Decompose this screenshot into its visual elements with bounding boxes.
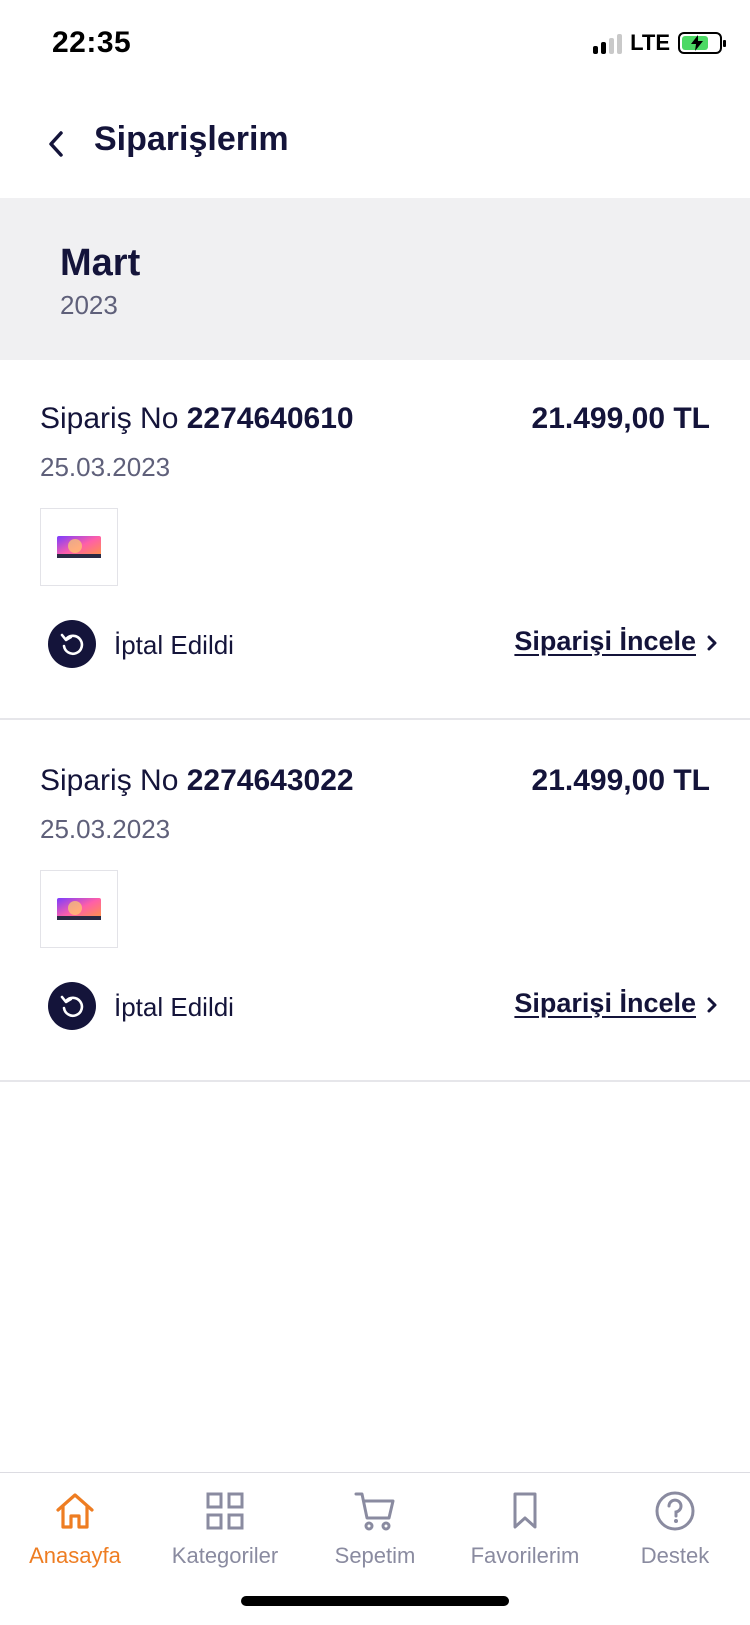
tab-label: Sepetim bbox=[334, 1543, 416, 1568]
grid-icon bbox=[206, 1492, 244, 1530]
review-order-link[interactable]: Siparişi İncele bbox=[514, 626, 696, 657]
tab-destek[interactable]: Destek bbox=[600, 1487, 750, 1587]
tv-product-image bbox=[57, 536, 101, 558]
network-label: LTE bbox=[630, 30, 670, 55]
review-order-link[interactable]: Siparişi İncele bbox=[514, 988, 696, 1019]
order-number-value: 2274640610 bbox=[186, 402, 354, 435]
order-number-value: 2274643022 bbox=[186, 764, 354, 797]
month-group-header: Mart 2023 bbox=[0, 198, 750, 360]
chevron-right-icon[interactable] bbox=[702, 630, 722, 656]
back-button[interactable] bbox=[36, 120, 76, 168]
chevron-left-icon bbox=[49, 131, 63, 157]
order-number: Sipariş No 2274640610 bbox=[40, 402, 354, 436]
status-time: 22:35 bbox=[52, 26, 132, 59]
status-indicators: LTE bbox=[593, 30, 726, 56]
month-name: Mart bbox=[60, 242, 141, 284]
tab-label: Destek bbox=[640, 1543, 710, 1568]
tv-product-image bbox=[57, 898, 101, 920]
battery-icon bbox=[678, 32, 726, 54]
cart-icon bbox=[354, 1492, 395, 1531]
tab-sepetim[interactable]: Sepetim bbox=[300, 1487, 450, 1587]
home-icon bbox=[56, 1493, 94, 1529]
status-bar: 22:35 LTE bbox=[0, 0, 750, 90]
order-date: 25.03.2023 bbox=[40, 452, 171, 482]
order-status: İptal Edildi bbox=[114, 992, 234, 1022]
order-total: 21.499,00 TL bbox=[531, 402, 710, 435]
bookmark-icon bbox=[513, 1492, 537, 1529]
home-indicator[interactable] bbox=[241, 1596, 509, 1606]
help-icon bbox=[655, 1491, 695, 1531]
nav-header: Siparişlerim bbox=[0, 90, 750, 198]
tab-label: Kategoriler bbox=[171, 1543, 279, 1568]
month-year: 2023 bbox=[60, 290, 118, 320]
product-thumbnail[interactable] bbox=[40, 870, 118, 948]
product-thumbnail[interactable] bbox=[40, 508, 118, 586]
order-card: Sipariş No 2274640610 21.499,00 TL 25.03… bbox=[0, 360, 750, 720]
page-title: Siparişlerim bbox=[94, 120, 289, 158]
order-status: İptal Edildi bbox=[114, 630, 234, 660]
order-number-label: Sipariş No bbox=[40, 402, 179, 435]
tab-anasayfa[interactable]: Anasayfa bbox=[0, 1487, 150, 1587]
cancelled-status-icon bbox=[48, 620, 96, 668]
order-number-label: Sipariş No bbox=[40, 764, 179, 797]
tab-kategoriler[interactable]: Kategoriler bbox=[150, 1487, 300, 1587]
order-date: 25.03.2023 bbox=[40, 814, 171, 844]
order-total: 21.499,00 TL bbox=[531, 764, 710, 797]
order-card: Sipariş No 2274643022 21.499,00 TL 25.03… bbox=[0, 722, 750, 1082]
tab-favorilerim[interactable]: Favorilerim bbox=[450, 1487, 600, 1587]
tab-label: Favorilerim bbox=[470, 1543, 580, 1568]
order-number: Sipariş No 2274643022 bbox=[40, 764, 354, 798]
tab-label: Anasayfa bbox=[29, 1543, 121, 1568]
cancelled-status-icon bbox=[48, 982, 96, 1030]
signal-icon bbox=[593, 32, 623, 54]
chevron-right-icon[interactable] bbox=[702, 992, 722, 1018]
